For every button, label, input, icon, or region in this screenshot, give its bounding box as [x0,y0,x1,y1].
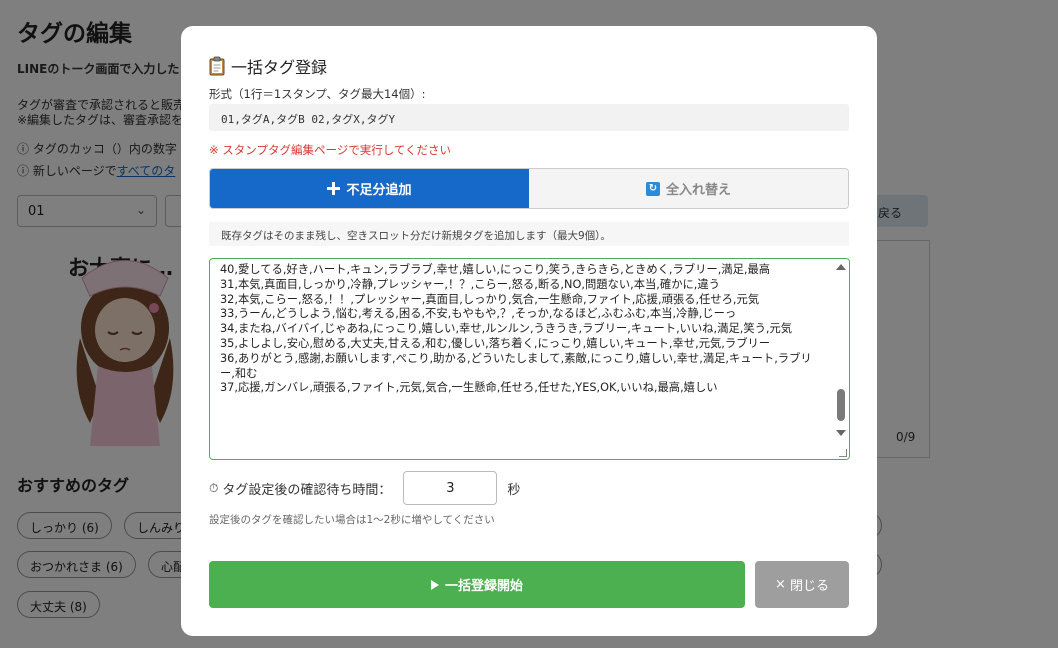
textarea-line: 37,応援,ガンバレ,頑張る,ファイト,元気,気合,一生懸命,任せろ,任せた,Y… [220,381,718,395]
textarea-line: 33,うーん,どうしよう,悩む,考える,困る,不安,もやもや,？,そっか,なるほ… [220,307,737,321]
dialog-title-text: 一括タグ登録 [231,58,328,77]
wait-time-unit: 秒 [507,482,521,498]
tab-add-missing-label: 不足分追加 [346,183,412,198]
play-icon [430,579,439,590]
textarea-line: 40,愛してる,好き,ハート,キュン,ラブラブ,幸せ,嬉しい,にっこり,笑う,き… [220,263,771,276]
textarea-line: 34,またね,バイバイ,じゃあね,にっこり,嬉しい,幸せ,ルンルン,うきうき,ラ… [220,322,793,336]
close-button-label: 閉じる [789,579,829,594]
format-example: 01,タグA,タグB 02,タグX,タグY [209,104,849,131]
bulk-tag-textarea[interactable]: 40,愛してる,好き,ハート,キュン,ラブラブ,幸せ,嬉しい,にっこり,笑う,き… [209,258,850,460]
tab-replace-all-label: 全入れ替え [665,183,731,198]
scroll-up-arrow-icon[interactable] [836,264,846,270]
format-label: 形式（1行＝1スタンプ、タグ最大14個）: [209,87,426,101]
textarea-line: 31,本気,真面目,しっかり,冷静,プレッシャー,！？,こらー,怒る,断る,NO… [220,277,720,291]
dialog-title: 一括タグ登録 [209,54,327,78]
clipboard-icon [209,56,225,76]
timer-icon: ⏱ [209,480,219,495]
wait-time-hint: 設定後のタグを確認したい場合は1〜2秒に増やしてください [209,514,495,526]
swap-icon: ↻ [645,181,660,196]
tab-replace-all[interactable]: ↻ 全入れ替え [529,169,848,208]
mode-description: 既存タグはそのまま残し、空きスロット分だけ新規タグを追加します（最大9個）。 [209,222,849,246]
textarea-line: 36,ありがとう,感謝,お願いします,ぺこり,助かる,どういたしまして,素敵,に… [220,351,812,380]
textarea-content: 40,愛してる,好き,ハート,キュン,ラブラブ,幸せ,嬉しい,にっこり,笑う,き… [210,259,832,396]
wait-time-label: タグ設定後の確認待ち時間： [222,482,392,498]
close-icon: × [775,577,786,592]
warning-text: ※ スタンプタグ編集ページで実行してください [209,143,452,157]
mode-tabs: 不足分追加 ↻ 全入れ替え [209,168,849,209]
wait-time-input[interactable] [403,471,498,505]
scroll-down-arrow-icon[interactable] [836,430,846,436]
resize-grip-icon[interactable] [839,449,847,457]
textarea-scrollbar[interactable] [833,259,849,458]
plus-icon [327,182,341,195]
start-button-label: 一括登録開始 [444,579,523,594]
textarea-line: 32,本気,こらー,怒る,！！,プレッシャー,真面目,しっかり,気合,一生懸命,… [220,292,760,306]
textarea-line: 35,よしよし,安心,慰める,大丈夫,甘える,和む,優しい,落ち着く,にっこり,… [220,336,771,350]
bulk-tag-dialog: 一括タグ登録 形式（1行＝1スタンプ、タグ最大14個）: 01,タグA,タグB … [181,26,877,636]
scrollbar-thumb[interactable] [837,389,845,421]
tab-add-missing[interactable]: 不足分追加 [210,169,529,208]
wait-time-row: ⏱ タグ設定後の確認待ち時間： 秒 [209,471,520,505]
close-button[interactable]: × 閉じる [755,561,849,608]
start-bulk-register-button[interactable]: 一括登録開始 [209,561,745,608]
